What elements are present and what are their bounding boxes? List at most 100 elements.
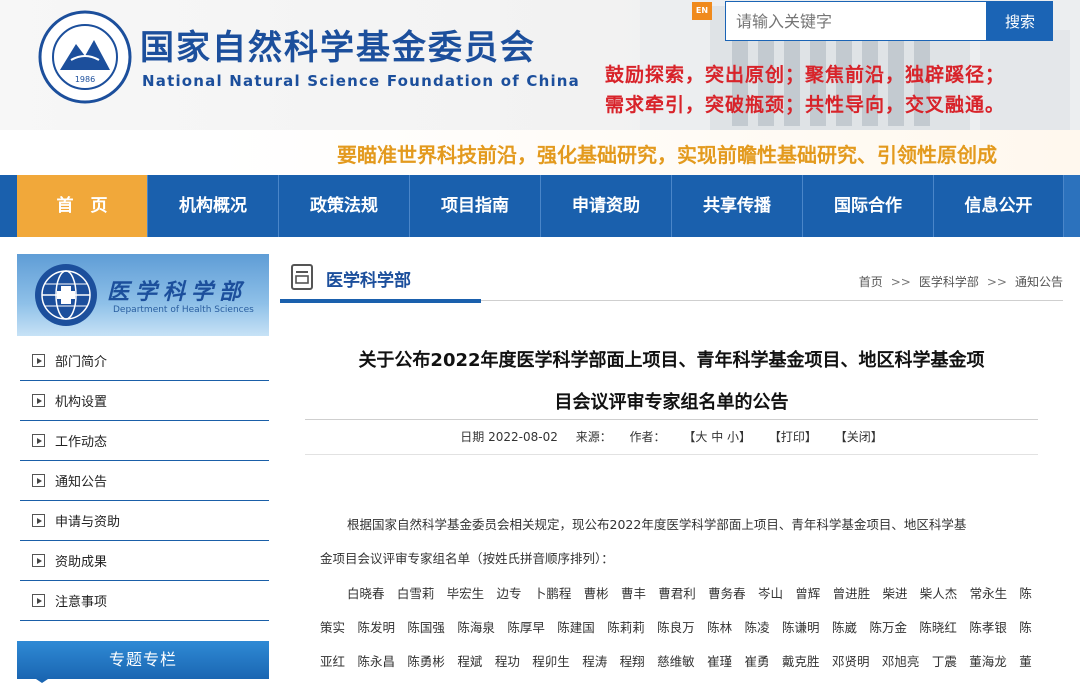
side-item-funding[interactable]: 申请与资助 (20, 501, 269, 541)
nav-item-guide[interactable]: 项目指南 (410, 175, 541, 237)
arrow-right-icon (32, 434, 45, 447)
side-item-structure[interactable]: 机构设置 (20, 381, 269, 421)
expert-name: 程斌 (457, 653, 483, 669)
font-size-toggle[interactable]: 【大 中 小】 (683, 430, 751, 444)
expert-name: 白雪莉 (396, 585, 435, 601)
side-item-label: 注意事项 (55, 595, 108, 610)
article-title-line-1: 关于公布2022年度医学科学部面上项目、青年科学基金项目、地区科学基金项 (358, 350, 985, 371)
expert-name: 陈 (1019, 619, 1032, 635)
expert-name: 陈晓红 (919, 619, 957, 635)
expert-name: 陈万金 (869, 619, 907, 635)
expert-name: 陈崴 (831, 619, 857, 635)
expert-name: 陈国强 (407, 619, 445, 635)
nav-item-about[interactable]: 机构概况 (148, 175, 279, 237)
dept-name-en: Department of Health Sciences (113, 305, 254, 315)
english-switch-button[interactable]: EN (692, 2, 712, 20)
emblem-year: 1986 (75, 75, 95, 84)
nav-item-home[interactable]: 首 页 (17, 175, 148, 237)
dept-banner: 医学科学部 Department of Health Sciences (17, 254, 269, 336)
close-link[interactable]: 【关闭】 (835, 430, 883, 444)
names-row-1: 白晓春 白雪莉 毕宏生 边专 卜鹏程 曹彬 曹丰 曹君利 曹务春 岑山 曾辉 曾… (320, 575, 1032, 609)
expert-name: 邓旭亮 (881, 653, 920, 669)
names-row-3: 亚红 陈永昌 陈勇彬 程斌 程功 程卯生 程涛 程翔 慈维敏 崔瑾 崔勇 戴克胜… (320, 643, 1032, 677)
expert-name: 陈良万 (657, 619, 695, 635)
expert-name: 陈永昌 (357, 653, 395, 669)
meta-divider (305, 419, 1038, 420)
org-name-en: National Natural Science Foundation of C… (142, 72, 581, 90)
side-menu: 部门简介 机构设置 工作动态 通知公告 申请与资助 资助成果 注意事项 (20, 341, 269, 621)
side-item-label: 通知公告 (55, 475, 108, 490)
nav-item-info[interactable]: 信息公开 (934, 175, 1064, 237)
search-button[interactable]: 搜索 (987, 1, 1053, 41)
article-title-line-2: 目会议评审专家组名单的公告 (554, 392, 789, 413)
article-title: 关于公布2022年度医学科学部面上项目、青年科学基金项目、地区科学基金项 目会议… (305, 340, 1038, 424)
side-item-results[interactable]: 资助成果 (20, 541, 269, 581)
site-header: 1986 国家自然科学基金委员会 National Natural Scienc… (0, 0, 1080, 130)
expert-name: 戴克胜 (781, 653, 820, 669)
nav-item-policy[interactable]: 政策法规 (279, 175, 410, 237)
expert-name: 策实 (320, 619, 346, 635)
slogan-line-2: 需求牵引，突破瓶颈；共性导向，交叉融通。 (605, 94, 1006, 116)
side-item-notes[interactable]: 注意事项 (20, 581, 269, 621)
nav-item-share[interactable]: 共享传播 (672, 175, 803, 237)
nsfc-emblem-icon: 1986 (38, 10, 132, 104)
expert-name: 董 (1019, 653, 1032, 669)
nav-edge (1064, 175, 1080, 237)
side-item-label: 部门简介 (55, 355, 108, 370)
expert-name: 柴人杰 (919, 585, 958, 601)
breadcrumb-home[interactable]: 首页 (859, 275, 883, 289)
expert-name: 曹君利 (658, 585, 696, 601)
breadcrumb-current[interactable]: 通知公告 (1015, 275, 1063, 289)
expert-name: 邓贤明 (831, 653, 870, 669)
document-icon (291, 264, 313, 290)
article-paragraph: 根据国家自然科学基金委员会相关规定，现公布2022年度医学科学部面上项目、青年科… (320, 508, 1030, 576)
expert-name: 陈莉莉 (607, 619, 645, 635)
main-nav: 首 页 机构概况 政策法规 项目指南 申请资助 共享传播 国际合作 信息公开 (0, 175, 1080, 237)
expert-name: 陈谦明 (782, 619, 820, 635)
expert-name: 曾进胜 (832, 585, 871, 601)
arrow-right-icon (32, 474, 45, 487)
arrow-right-icon (32, 354, 45, 367)
side-item-label: 机构设置 (55, 395, 108, 410)
nav-item-apply[interactable]: 申请资助 (541, 175, 672, 237)
side-item-intro[interactable]: 部门简介 (20, 341, 269, 381)
expert-name: 陈海泉 (457, 619, 495, 635)
slogan-banner: 要瞄准世界科技前沿，强化基础研究，实现前瞻性基础研究、引领性原创成 (0, 130, 1080, 175)
expert-name: 曾辉 (795, 585, 821, 601)
breadcrumb-separator: >> (890, 275, 911, 289)
nav-item-international[interactable]: 国际合作 (803, 175, 934, 237)
org-name-cn: 国家自然科学基金委员会 (140, 28, 536, 68)
paragraph-line-2: 金项目会议评审专家组名单（按姓氏拼音顺序排列）： (320, 551, 614, 566)
special-column-notch (36, 679, 48, 683)
section-header: 医学科学部 首页 >> 医学科学部 >> 通知公告 (280, 254, 1063, 304)
expert-name: 陈建国 (557, 619, 595, 635)
expert-name: 卜鹏程 (533, 585, 572, 601)
search-input[interactable] (725, 1, 987, 41)
section-accent-bar (280, 299, 481, 303)
expert-name: 白晓春 (347, 585, 385, 601)
side-item-news[interactable]: 工作动态 (20, 421, 269, 461)
special-column-button[interactable]: 专题专栏 (17, 641, 269, 679)
article-date: 日期 2022-08-02 (460, 430, 558, 444)
expert-name: 亚红 (320, 653, 346, 669)
expert-name: 程涛 (582, 653, 608, 669)
expert-name: 陈凌 (744, 619, 770, 635)
banner-text: 要瞄准世界科技前沿，强化基础研究，实现前瞻性基础研究、引领性原创成 (337, 143, 997, 167)
paragraph-line-1: 根据国家自然科学基金委员会相关规定，现公布2022年度医学科学部面上项目、青年科… (347, 517, 967, 532)
expert-name: 陈发明 (357, 619, 395, 635)
expert-name: 曹丰 (620, 585, 646, 601)
expert-name: 毕宏生 (446, 585, 485, 601)
expert-name: 岑山 (757, 585, 783, 601)
expert-name: 陈 (1019, 585, 1032, 601)
expert-name: 崔瑾 (707, 653, 733, 669)
expert-name: 程卯生 (532, 653, 570, 669)
expert-name: 崔勇 (744, 653, 770, 669)
breadcrumb-separator: >> (986, 275, 1007, 289)
expert-name: 边专 (496, 585, 522, 601)
section-title: 医学科学部 (326, 271, 411, 291)
print-link[interactable]: 【打印】 (769, 430, 817, 444)
side-item-notices[interactable]: 通知公告 (20, 461, 269, 501)
breadcrumb-dept[interactable]: 医学科学部 (919, 275, 979, 289)
side-item-label: 申请与资助 (55, 515, 121, 530)
expert-name: 柴进 (882, 585, 908, 601)
